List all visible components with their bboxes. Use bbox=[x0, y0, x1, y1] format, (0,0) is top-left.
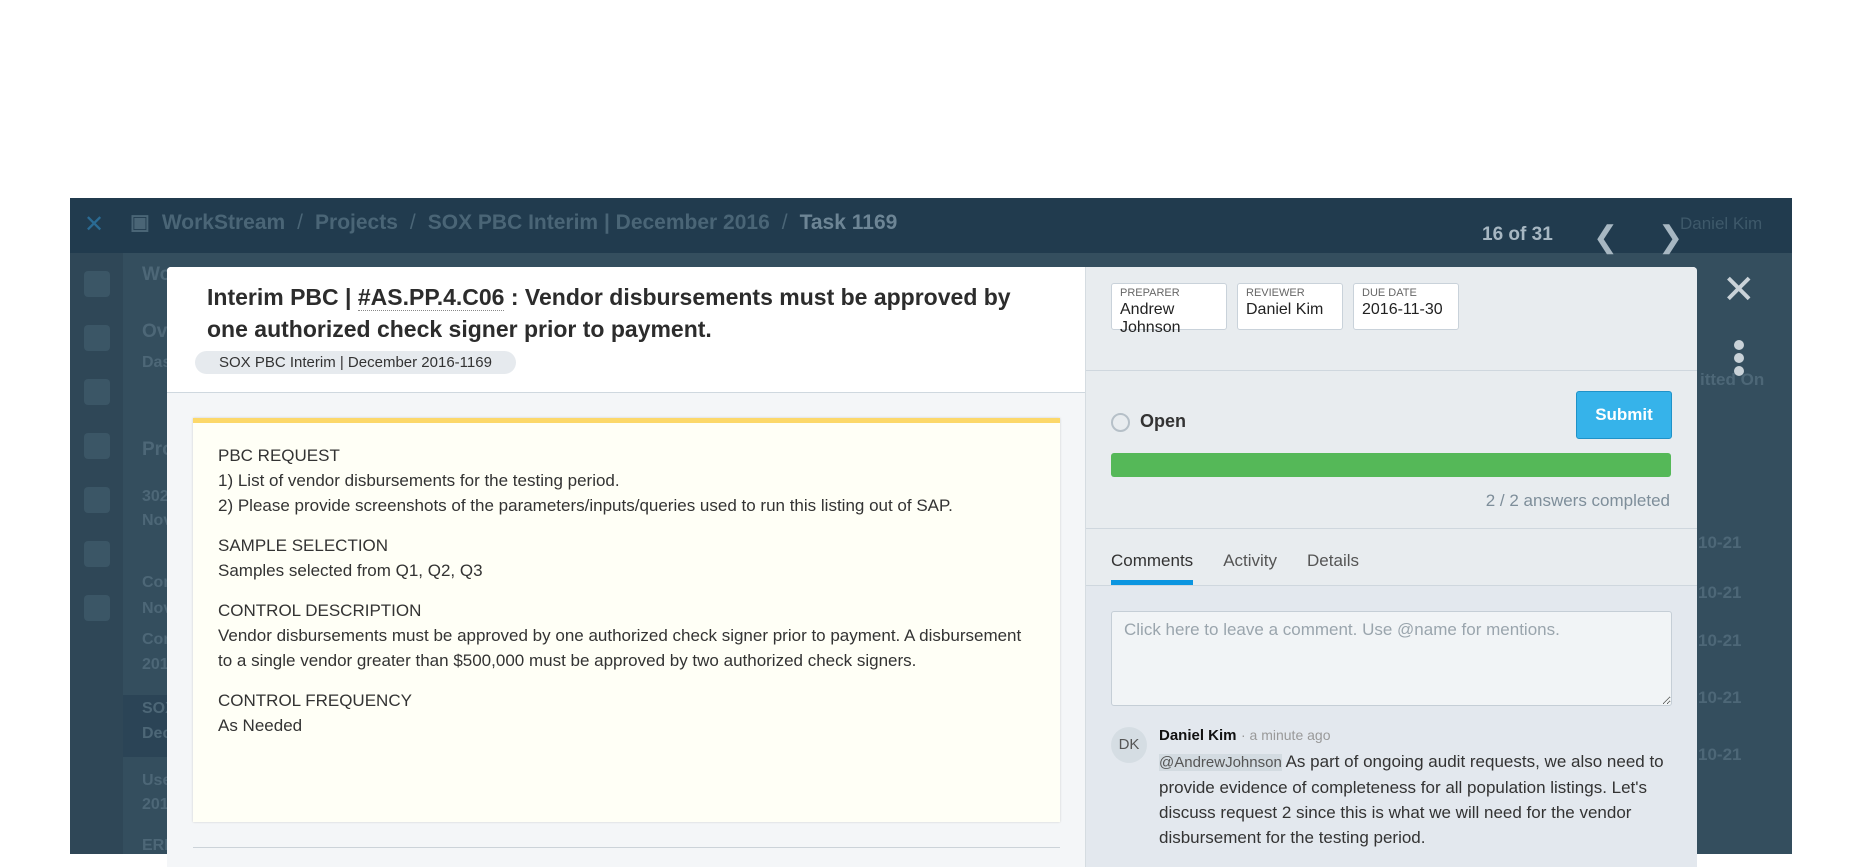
shield-icon[interactable] bbox=[83, 325, 110, 351]
more-options-icon[interactable] bbox=[1734, 340, 1746, 379]
field-label: DUE DATE bbox=[1362, 287, 1417, 299]
bg-text: 201 bbox=[142, 796, 169, 813]
sidebar bbox=[70, 253, 123, 854]
reviewer-field[interactable]: REVIEWER Daniel Kim bbox=[1237, 283, 1343, 330]
logo-icon: ✕ bbox=[84, 211, 105, 238]
pbc-request-card: PBC REQUEST 1) List of vendor disbursemen… bbox=[193, 418, 1060, 822]
folder-icon[interactable] bbox=[83, 541, 110, 567]
task-details-panel: Interim PBC | #AS.PP.4.C06 : Vendor disb… bbox=[167, 267, 1085, 867]
status-label: Open bbox=[1140, 411, 1187, 431]
answers-completed: 2 / 2 answers completed bbox=[1485, 491, 1670, 510]
column-header-submitted-on[interactable]: itted On bbox=[1700, 370, 1764, 390]
close-icon[interactable]: ✕ bbox=[1722, 270, 1756, 310]
mention[interactable]: @AndrewJohnson bbox=[1159, 754, 1282, 771]
task-pager: 16 of 31 bbox=[1482, 224, 1553, 245]
field-value: Daniel Kim bbox=[1246, 301, 1324, 318]
tabs: Comments Activity Details bbox=[1086, 529, 1697, 586]
field-label: REVIEWER bbox=[1246, 287, 1305, 299]
breadcrumb-item[interactable]: Projects bbox=[315, 211, 398, 235]
bg-date: 10-21 bbox=[1698, 631, 1742, 650]
section-heading: CONTROL FREQUENCY bbox=[218, 691, 412, 710]
bg-text: Ov bbox=[142, 321, 168, 342]
task-header: Interim PBC | #AS.PP.4.C06 : Vendor disb… bbox=[167, 267, 1085, 393]
section-line: 1) List of vendor disbursements for the … bbox=[218, 471, 620, 490]
field-value: Andrew Johnson bbox=[1120, 301, 1181, 336]
list-icon[interactable] bbox=[83, 433, 110, 459]
assignment-fields: PREPARER Andrew Johnson REVIEWER Daniel Ki… bbox=[1086, 267, 1697, 371]
field-value: 2016-11-30 bbox=[1362, 301, 1443, 318]
bg-date: 10-21 bbox=[1698, 533, 1742, 552]
section-line: Samples selected from Q1, Q2, Q3 bbox=[218, 561, 483, 580]
comment-time: · a minute ago bbox=[1240, 727, 1331, 743]
title-prefix: Interim PBC | bbox=[207, 284, 358, 310]
control-code-link[interactable]: #AS.PP.4.C06 bbox=[357, 284, 505, 311]
calendar-icon[interactable] bbox=[83, 487, 110, 513]
section-heading: PBC REQUEST bbox=[218, 446, 340, 465]
section-heading: SAMPLE SELECTION bbox=[218, 536, 389, 555]
top-bar: ✕ ▣ WorkStream / Projects / SOX PBC Interi… bbox=[70, 198, 1792, 255]
document-icon[interactable] bbox=[83, 379, 110, 405]
due-date-field[interactable]: DUE DATE 2016-11-30 bbox=[1353, 283, 1459, 330]
bg-text: 302 bbox=[142, 488, 169, 505]
avatar: DK bbox=[1111, 727, 1147, 763]
comments-pane: DK Daniel Kim · a minute ago @AndrewJohn… bbox=[1086, 586, 1697, 867]
section-heading: CONTROL DESCRIPTION bbox=[218, 601, 422, 620]
progress-bar bbox=[1111, 453, 1671, 477]
calendar-icon: ▣ bbox=[130, 211, 150, 234]
status-radio[interactable] bbox=[1111, 413, 1130, 432]
comment-item: DK Daniel Kim · a minute ago @AndrewJohn… bbox=[1111, 727, 1672, 850]
task-title: Interim PBC | #AS.PP.4.C06 : Vendor disb… bbox=[207, 281, 1045, 345]
project-tag: SOX PBC Interim | December 2016-1169 bbox=[195, 351, 516, 374]
request-section: CONTROL FREQUENCY As Needed bbox=[218, 688, 1035, 738]
comment-author[interactable]: Daniel Kim bbox=[1159, 727, 1237, 744]
previous-task-button[interactable]: ❮ bbox=[1593, 220, 1618, 255]
breadcrumb-item[interactable]: SOX PBC Interim | December 2016 bbox=[428, 211, 770, 235]
comment-text: @AndrewJohnson As part of ongoing audit … bbox=[1159, 749, 1672, 850]
request-section: CONTROL DESCRIPTION Vendor disbursements … bbox=[218, 598, 1035, 673]
gear-icon[interactable] bbox=[83, 595, 110, 621]
request-section: SAMPLE SELECTION Samples selected from Q1… bbox=[218, 533, 1035, 583]
bg-date: 10-21 bbox=[1698, 745, 1742, 764]
breadcrumb: ▣ WorkStream / Projects / SOX PBC Interim … bbox=[130, 210, 898, 235]
bg-date: 10-21 bbox=[1698, 688, 1742, 707]
progress-fill bbox=[1111, 453, 1671, 477]
submit-button[interactable]: Submit bbox=[1576, 391, 1672, 439]
task-modal: Interim PBC | #AS.PP.4.C06 : Vendor disb… bbox=[167, 267, 1697, 867]
request-section: PBC REQUEST 1) List of vendor disbursemen… bbox=[218, 443, 1035, 518]
field-label: PREPARER bbox=[1120, 287, 1180, 299]
breadcrumb-item[interactable]: WorkStream bbox=[162, 211, 285, 235]
tab-comments[interactable]: Comments bbox=[1111, 551, 1194, 585]
bg-text: 201 bbox=[142, 656, 169, 673]
tab-activity[interactable]: Activity bbox=[1223, 551, 1277, 585]
bg-date: 10-21 bbox=[1698, 583, 1742, 602]
bg-text: ERI bbox=[142, 837, 169, 854]
comment-input[interactable] bbox=[1111, 611, 1672, 706]
divider bbox=[193, 847, 1060, 848]
section-line: Vendor disbursements must be approved by… bbox=[218, 626, 1022, 670]
preparer-field[interactable]: PREPARER Andrew Johnson bbox=[1111, 283, 1227, 336]
user-menu[interactable]: Daniel Kim bbox=[1680, 214, 1762, 234]
tab-details[interactable]: Details bbox=[1307, 551, 1359, 585]
task-side-panel: PREPARER Andrew Johnson REVIEWER Daniel Ki… bbox=[1085, 267, 1697, 867]
section-line: As Needed bbox=[218, 716, 303, 735]
breadcrumb-item: Task 1169 bbox=[799, 210, 898, 234]
status-section: Open Submit 2 / 2 answers completed bbox=[1086, 371, 1697, 529]
dashboard-icon[interactable] bbox=[83, 271, 110, 297]
section-line: 2) Please provide screenshots of the par… bbox=[218, 496, 953, 515]
